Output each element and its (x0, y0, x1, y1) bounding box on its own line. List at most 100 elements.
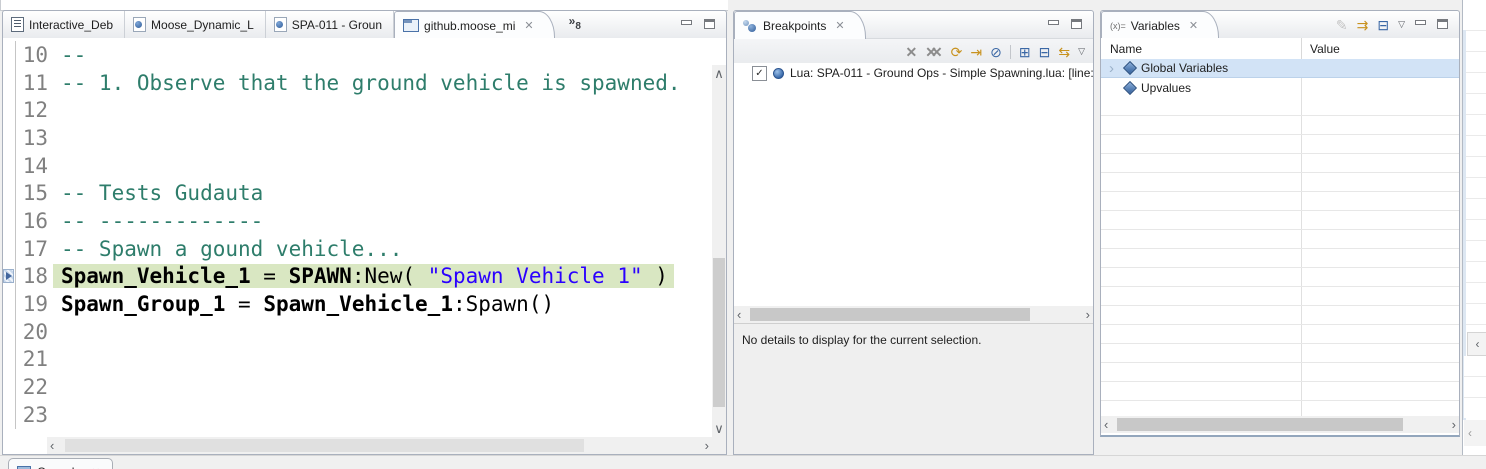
maximize-icon[interactable] (1070, 19, 1083, 30)
code-line-18[interactable]: 18Spawn_Vehicle_1 = SPAWN:New( "Spawn Ve… (3, 263, 712, 291)
code-token: ) (643, 264, 668, 288)
code-line-21[interactable]: 21 (3, 346, 712, 374)
details-text: No details to display for the current se… (742, 333, 981, 347)
annotation-ruler[interactable] (3, 179, 16, 207)
close-icon[interactable]: ✕ (524, 19, 533, 32)
breakpoint-dot-icon (773, 68, 784, 79)
show-logical-structure-icon[interactable]: ⇉ (1357, 18, 1369, 32)
tab-console[interactable]: Console ✕ (8, 458, 113, 469)
remove-all-breakpoints-icon[interactable]: ✕✕ (925, 45, 942, 59)
code-line-19[interactable]: 19Spawn_Group_1 = Spawn_Vehicle_1:Spawn(… (3, 290, 712, 318)
variables-header: Name Value (1101, 38, 1459, 60)
close-icon[interactable]: ✕ (91, 466, 100, 469)
console-icon (17, 466, 31, 469)
clipped-panel-strip: ‹ ‹ (1462, 0, 1486, 455)
annotation-ruler[interactable] (3, 373, 16, 401)
remove-breakpoint-icon[interactable]: ✕ (905, 45, 917, 59)
maximize-icon[interactable] (703, 19, 716, 30)
skip-all-breakpoints-icon[interactable]: ⊘ (990, 45, 1002, 59)
tab-moose-dynamic[interactable]: Moose_Dynamic_L (125, 11, 266, 38)
breakpoint-row[interactable]: ✓Lua: SPA-011 - Ground Ops - Simple Spaw… (734, 63, 1093, 83)
tab-spa-011[interactable]: SPA-011 - Groun (266, 11, 394, 38)
tab-variables[interactable]: (x)= Variables ✕ (1101, 11, 1219, 39)
annotation-ruler[interactable] (3, 96, 16, 124)
annotation-ruler[interactable] (3, 235, 16, 263)
variable-row[interactable]: Upvalues (1101, 78, 1459, 97)
scroll-right-icon[interactable]: › (705, 439, 709, 452)
close-icon[interactable]: ✕ (1189, 19, 1198, 32)
go-to-file-icon[interactable]: ⇥ (970, 45, 982, 59)
editor-horizontal-scrollbar[interactable]: ‹ › (47, 437, 712, 454)
scrollbar-thumb[interactable] (713, 258, 725, 407)
tab-github-moose-mi[interactable]: github.moose_mi ✕ (394, 11, 555, 39)
code-line-11[interactable]: 11-- 1. Observe that the ground vehicle … (3, 69, 712, 97)
bottom-view-strip: Console ✕ (0, 455, 1486, 469)
scroll-left-icon[interactable]: ‹ (1104, 418, 1108, 431)
code-line-17[interactable]: 17-- Spawn a gound vehicle... (3, 235, 712, 263)
code-line-23[interactable]: 23 (3, 401, 712, 429)
annotation-ruler[interactable] (3, 124, 16, 152)
code-line-20[interactable]: 20 (3, 318, 712, 346)
code-line-16[interactable]: 16-- ------------- (3, 207, 712, 235)
code-line-13[interactable]: 13 (3, 124, 712, 152)
annotation-ruler[interactable] (3, 401, 16, 429)
view-menu-icon[interactable]: ▽ (1398, 20, 1405, 29)
variables-horizontal-scrollbar[interactable]: ‹ › (1101, 416, 1459, 433)
collapse-all-icon[interactable]: ⊟ (1039, 45, 1051, 59)
minimize-icon[interactable] (680, 19, 693, 30)
breakpoints-horizontal-scrollbar[interactable]: ‹ › (734, 306, 1093, 323)
tree-expand-icon[interactable]: › (1109, 61, 1119, 76)
code-line-15[interactable]: 15-- Tests Gudauta (3, 179, 712, 207)
scrollbar-thumb[interactable] (750, 308, 1030, 321)
show-supported-breakpoints-icon[interactable]: ⟳ (951, 45, 963, 59)
code-line-12[interactable]: 12 (3, 96, 712, 124)
view-menu-icon[interactable]: ▽ (1078, 47, 1085, 56)
code-token: :New( (352, 264, 428, 288)
scroll-left-icon[interactable]: ‹ (50, 439, 54, 452)
expand-all-icon[interactable]: ⊞ (1019, 45, 1031, 59)
code-editor[interactable]: 10--11-- 1. Observe that the ground vehi… (3, 38, 712, 437)
code-line-14[interactable]: 14 (3, 152, 712, 180)
scroll-right-icon[interactable]: › (1086, 308, 1090, 321)
scrollbar-thumb[interactable] (65, 439, 584, 452)
line-number: 18 (16, 264, 53, 288)
annotation-ruler[interactable] (3, 207, 16, 235)
lua-file-icon (133, 17, 146, 32)
scroll-left-icon[interactable]: ‹ (1467, 332, 1486, 356)
more-editors-chevron[interactable]: » 8 (569, 11, 581, 38)
close-icon[interactable]: ✕ (835, 19, 844, 32)
scroll-up-icon[interactable]: ∧ (714, 67, 724, 80)
minimize-icon[interactable] (1047, 19, 1060, 30)
column-header-value[interactable]: Value (1301, 38, 1459, 59)
annotation-ruler[interactable] (3, 346, 16, 374)
instruction-pointer-icon (3, 269, 14, 283)
editor-panel: Interactive_Deb Moose_Dynamic_L SPA-011 … (2, 10, 727, 455)
scroll-right-icon[interactable]: › (1452, 418, 1456, 431)
show-type-names-icon[interactable]: ✎ (1336, 18, 1348, 32)
tab-label: Console (37, 465, 81, 469)
scroll-left-icon[interactable]: ‹ (1468, 426, 1472, 440)
column-header-name[interactable]: Name (1101, 42, 1301, 56)
scrollbar-thumb[interactable] (1117, 418, 1403, 431)
editor-window-buttons (674, 11, 726, 38)
annotation-ruler[interactable] (3, 290, 16, 318)
code-line-10[interactable]: 10-- (3, 41, 712, 69)
editor-vertical-scrollbar[interactable]: ∧ ∨ (712, 65, 726, 437)
scroll-left-icon[interactable]: ‹ (737, 308, 741, 321)
annotation-ruler[interactable] (3, 263, 16, 291)
maximize-icon[interactable] (1436, 19, 1449, 30)
clipped-scrollbar[interactable]: ‹ (1464, 420, 1486, 446)
annotation-ruler[interactable] (3, 152, 16, 180)
tab-interactive-deb[interactable]: Interactive_Deb (3, 11, 125, 38)
scroll-down-icon[interactable]: ∨ (714, 422, 724, 435)
annotation-ruler[interactable] (3, 318, 16, 346)
breakpoint-checkbox[interactable]: ✓ (752, 66, 767, 81)
minimize-icon[interactable] (1414, 19, 1427, 30)
collapse-all-icon[interactable]: ⊟ (1377, 18, 1389, 32)
variable-row[interactable]: ›Global Variables (1101, 59, 1459, 78)
link-with-debug-icon[interactable]: ⇆ (1058, 45, 1070, 59)
annotation-ruler[interactable] (3, 41, 16, 69)
code-line-22[interactable]: 22 (3, 373, 712, 401)
tab-breakpoints[interactable]: Breakpoints ✕ (734, 11, 866, 39)
annotation-ruler[interactable] (3, 69, 16, 97)
